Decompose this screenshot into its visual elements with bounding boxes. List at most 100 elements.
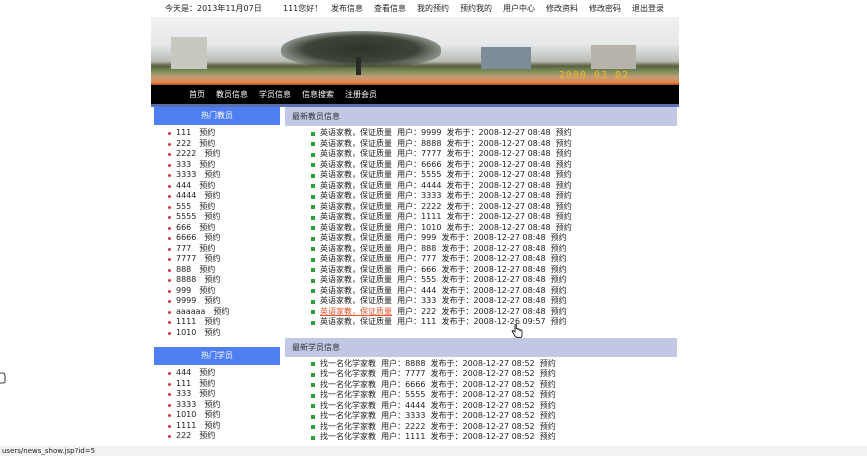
post-title-link[interactable]: 英语家教，保证质量 (320, 265, 392, 274)
link-edit-profile[interactable]: 修改资料 (546, 3, 578, 14)
post-title-link[interactable]: 英语家教，保证质量 (320, 296, 392, 305)
post-title-link[interactable]: 英语家教，保证质量 (320, 317, 392, 326)
book-link[interactable]: 预约 (204, 170, 220, 179)
book-link[interactable]: 预约 (199, 202, 215, 211)
book-link[interactable]: 预约 (551, 296, 567, 305)
post-title-link[interactable]: 英语家教，保证质量 (320, 170, 392, 179)
user-link[interactable]: 5555 (176, 212, 196, 221)
post-title-link[interactable]: 英语家教，保证质量 (320, 160, 392, 169)
book-link[interactable]: 预约 (556, 139, 572, 148)
user-link[interactable]: 777 (176, 244, 191, 253)
book-link[interactable]: 预约 (204, 191, 220, 200)
post-title-link[interactable]: 英语家教，保证质量 (320, 233, 392, 242)
post-title-link[interactable]: 英语家教，保证质量 (320, 307, 392, 316)
book-link[interactable]: 预约 (204, 410, 220, 419)
book-link[interactable]: 预约 (556, 223, 572, 232)
book-link[interactable]: 预约 (551, 254, 567, 263)
nav-search[interactable]: 信息搜索 (302, 89, 334, 100)
user-link[interactable]: 111 (176, 128, 191, 137)
post-title-link[interactable]: 英语家教，保证质量 (320, 202, 392, 211)
book-link[interactable]: 预约 (556, 212, 572, 221)
book-link[interactable]: 预约 (204, 328, 220, 337)
book-link[interactable]: 预约 (199, 139, 215, 148)
book-link[interactable]: 预约 (199, 128, 215, 137)
link-booked-me[interactable]: 预约我的 (460, 3, 492, 14)
user-link[interactable]: 6666 (176, 233, 196, 242)
user-link[interactable]: 555 (176, 202, 191, 211)
book-link[interactable]: 预约 (540, 432, 556, 441)
user-link[interactable]: 3333 (176, 400, 196, 409)
user-link[interactable]: 1010 (176, 410, 196, 419)
user-link[interactable]: 7777 (176, 254, 196, 263)
user-link[interactable]: 3333 (176, 170, 196, 179)
book-link[interactable]: 预约 (556, 128, 572, 137)
book-link[interactable]: 预约 (199, 286, 215, 295)
book-link[interactable]: 预约 (540, 401, 556, 410)
post-title-link[interactable]: 英语家教，保证质量 (320, 212, 392, 221)
book-link[interactable]: 预约 (204, 317, 220, 326)
user-link[interactable]: 2222 (176, 149, 196, 158)
link-user-center[interactable]: 用户中心 (503, 3, 535, 14)
book-link[interactable]: 预约 (204, 233, 220, 242)
post-title-link[interactable]: 找一名化学家教 (320, 422, 376, 431)
user-link[interactable]: 333 (176, 389, 191, 398)
user-link[interactable]: 111 (176, 379, 191, 388)
post-title-link[interactable]: 找一名化学家教 (320, 359, 376, 368)
book-link[interactable]: 预约 (551, 286, 567, 295)
post-title-link[interactable]: 英语家教，保证质量 (320, 149, 392, 158)
user-link[interactable]: 9999 (176, 296, 196, 305)
user-link[interactable]: 999 (176, 286, 191, 295)
user-link[interactable]: 666 (176, 223, 191, 232)
book-link[interactable]: 预约 (551, 307, 567, 316)
user-link[interactable]: aaaaaa (176, 307, 205, 316)
book-link[interactable]: 预约 (540, 411, 556, 420)
book-link[interactable]: 预约 (199, 223, 215, 232)
user-link[interactable]: 333 (176, 160, 191, 169)
post-title-link[interactable]: 英语家教，保证质量 (320, 275, 392, 284)
book-link[interactable]: 预约 (199, 265, 215, 274)
user-link[interactable]: 8888 (176, 275, 196, 284)
book-link[interactable]: 预约 (213, 307, 229, 316)
book-link[interactable]: 预约 (556, 170, 572, 179)
book-link[interactable]: 预约 (540, 422, 556, 431)
book-link[interactable]: 预约 (204, 296, 220, 305)
book-link[interactable]: 预约 (540, 390, 556, 399)
post-title-link[interactable]: 找一名化学家教 (320, 401, 376, 410)
user-link[interactable]: 888 (176, 265, 191, 274)
book-link[interactable]: 预约 (556, 202, 572, 211)
book-link[interactable]: 预约 (204, 254, 220, 263)
book-link[interactable]: 预约 (199, 379, 215, 388)
book-link[interactable]: 预约 (199, 244, 215, 253)
user-link[interactable]: 1111 (176, 421, 196, 430)
post-title-link[interactable]: 英语家教，保证质量 (320, 128, 392, 137)
book-link[interactable]: 预约 (199, 431, 215, 440)
book-link[interactable]: 预约 (204, 400, 220, 409)
book-link[interactable]: 预约 (199, 368, 215, 377)
book-link[interactable]: 预约 (199, 160, 215, 169)
book-link[interactable]: 预约 (556, 160, 572, 169)
link-view-info[interactable]: 查看信息 (374, 3, 406, 14)
book-link[interactable]: 预约 (204, 149, 220, 158)
post-title-link[interactable]: 找一名化学家教 (320, 380, 376, 389)
post-title-link[interactable]: 找一名化学家教 (320, 369, 376, 378)
book-link[interactable]: 预约 (204, 275, 220, 284)
link-change-password[interactable]: 修改密码 (589, 3, 621, 14)
user-link[interactable]: 222 (176, 139, 191, 148)
post-title-link[interactable]: 英语家教，保证质量 (320, 244, 392, 253)
post-title-link[interactable]: 英语家教，保证质量 (320, 139, 392, 148)
link-post-info[interactable]: 发布信息 (331, 3, 363, 14)
nav-student-info[interactable]: 学员信息 (259, 89, 291, 100)
book-link[interactable]: 预约 (199, 181, 215, 190)
nav-register[interactable]: 注册会员 (345, 89, 377, 100)
book-link[interactable]: 预约 (204, 421, 220, 430)
link-logout[interactable]: 退出登录 (632, 3, 664, 14)
book-link[interactable]: 预约 (551, 275, 567, 284)
book-link[interactable]: 预约 (556, 181, 572, 190)
book-link[interactable]: 预约 (204, 212, 220, 221)
book-link[interactable]: 预约 (540, 369, 556, 378)
nav-home[interactable]: 首页 (189, 89, 205, 100)
post-title-link[interactable]: 英语家教，保证质量 (320, 181, 392, 190)
user-link[interactable]: 1010 (176, 328, 196, 337)
post-title-link[interactable]: 英语家教，保证质量 (320, 254, 392, 263)
user-link[interactable]: 222 (176, 431, 191, 440)
